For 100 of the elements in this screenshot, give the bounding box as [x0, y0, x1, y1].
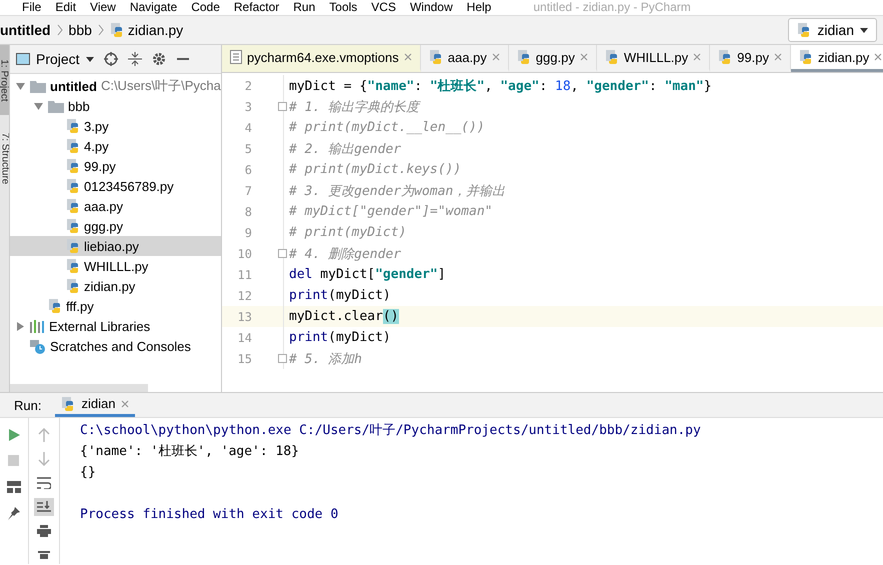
- line-number: 5: [244, 142, 252, 156]
- menu-item[interactable]: Run: [293, 0, 316, 15]
- tool-window-tab[interactable]: 7: Structure: [0, 123, 9, 193]
- tool-window-tab[interactable]: 1: Project: [0, 45, 9, 115]
- tree-item[interactable]: Scratches and Consoles: [10, 336, 221, 356]
- disclosure-triangle-icon[interactable]: [16, 322, 24, 330]
- python-file-icon: [66, 218, 80, 234]
- close-icon[interactable]: [874, 53, 882, 61]
- tree-item[interactable]: fff.py: [10, 296, 221, 316]
- code-line: print(myDict): [288, 330, 391, 345]
- settings-icon[interactable]: [152, 52, 166, 66]
- python-file-icon: [66, 158, 80, 174]
- tree-item[interactable]: ggg.py: [10, 216, 221, 236]
- menu-item[interactable]: Edit: [55, 0, 76, 15]
- menu-item[interactable]: Tools: [329, 0, 358, 15]
- close-icon[interactable]: [774, 53, 782, 61]
- tree-item[interactable]: 3.py: [10, 116, 221, 136]
- window-icon: [16, 53, 30, 65]
- chevron-icon: [98, 24, 104, 36]
- menu-item[interactable]: Window: [410, 0, 453, 15]
- code-line: # 1. 输出字典的长度: [288, 98, 420, 116]
- python-file-icon: [48, 298, 62, 314]
- scrollbar[interactable]: [10, 384, 148, 392]
- chevron-icon: [56, 24, 63, 36]
- code-line: myDict.clear(): [288, 309, 399, 324]
- tree-item[interactable]: liebiao.py: [10, 236, 221, 256]
- python-file-icon: [718, 49, 732, 65]
- print-icon[interactable]: [34, 522, 54, 540]
- tree-item[interactable]: 4.py: [10, 136, 221, 156]
- breadcrumb[interactable]: zidian.py: [110, 22, 184, 38]
- scroll-to-end-icon[interactable]: [34, 498, 54, 516]
- python-file-icon: [516, 49, 531, 65]
- disclosure-triangle-icon[interactable]: [34, 102, 42, 110]
- code-line: # 5. 添加h: [288, 350, 362, 368]
- python-file-icon: [66, 238, 80, 254]
- breadcrumb[interactable]: bbb: [68, 22, 92, 38]
- code-line: # 2. 输出gender: [288, 140, 402, 158]
- line-number: 8: [244, 204, 252, 218]
- tree-item[interactable]: WHILLL.py: [10, 256, 221, 276]
- line-number: 12: [236, 288, 252, 302]
- python-file-icon: [110, 22, 124, 38]
- close-icon[interactable]: [404, 53, 412, 61]
- code-line: # 4. 删除gender: [288, 246, 402, 262]
- python-file-icon: [66, 118, 80, 134]
- menu-item[interactable]: File: [22, 0, 42, 15]
- menu-item[interactable]: Code: [191, 0, 220, 15]
- code-line: # print(myDict.keys()): [288, 162, 462, 177]
- tree-item[interactable]: aaa.py: [10, 196, 221, 216]
- tree-item[interactable]: bbb: [10, 96, 221, 116]
- fold-marker-icon[interactable]: [278, 354, 287, 363]
- close-icon[interactable]: [492, 53, 500, 61]
- python-file-icon: [428, 49, 443, 65]
- line-number: 13: [236, 310, 252, 324]
- tree-item[interactable]: External Libraries: [10, 316, 221, 336]
- menu-item[interactable]: View: [90, 0, 116, 15]
- caret-icon: [86, 56, 94, 62]
- run-tab[interactable]: zidian: [55, 393, 136, 417]
- fold-marker-icon[interactable]: [278, 102, 287, 111]
- python-file-icon: [66, 198, 80, 214]
- code-line: # print(myDict.__len__()): [288, 120, 485, 135]
- scratches-icon: [30, 338, 46, 354]
- editor-tab[interactable]: pycharm64.exe.vmoptions: [222, 45, 421, 72]
- code-line: # myDict["gender"]="woman": [288, 204, 492, 219]
- menu-item[interactable]: Navigate: [130, 0, 178, 15]
- tree-item[interactable]: 0123456789.py: [10, 176, 221, 196]
- close-icon[interactable]: [121, 400, 130, 408]
- menu-item[interactable]: Refactor: [234, 0, 280, 15]
- breadcrumb[interactable]: untitled: [0, 22, 51, 38]
- menu-item[interactable]: Help: [466, 0, 492, 15]
- console-line: C:\school\python\python.exe C:/Users/叶子/PycharmProjects/untitled/bbb/zidian.py: [80, 422, 701, 440]
- python-file-icon: [66, 258, 80, 274]
- line-number: 3: [244, 100, 252, 114]
- tree-item[interactable]: zidian.py: [10, 276, 221, 296]
- line-number: 6: [244, 162, 252, 176]
- collapse-icon[interactable]: [128, 52, 142, 66]
- close-icon[interactable]: [693, 53, 702, 61]
- window-title: untitled - zidian.py - PyCharm: [533, 0, 691, 15]
- disclosure-triangle-icon[interactable]: [16, 82, 24, 90]
- line-number: 2: [244, 78, 252, 92]
- folder-icon: [48, 100, 64, 112]
- line-number: 15: [236, 352, 252, 366]
- python-file-icon: [66, 278, 80, 294]
- code-line: print(myDict): [288, 288, 391, 303]
- code-line: del myDict["gender"]: [288, 267, 446, 282]
- console-line: Process finished with exit code 0: [80, 506, 340, 524]
- folder-icon: [30, 80, 46, 92]
- line-number: 7: [244, 184, 252, 198]
- editor-tab[interactable]: zidian.py: [790, 45, 883, 72]
- line-number: 9: [244, 226, 252, 240]
- code-line: # print(myDict): [288, 225, 406, 240]
- python-file-icon: [797, 22, 812, 38]
- run-config-dropdown[interactable]: zidian: [788, 18, 877, 42]
- run-label: Run:: [14, 398, 42, 412]
- tree-item[interactable]: 99.py: [10, 156, 221, 176]
- layout-icon[interactable]: [4, 478, 24, 496]
- menu-item[interactable]: VCS: [371, 0, 396, 15]
- locate-icon[interactable]: [104, 52, 118, 66]
- close-icon[interactable]: [580, 53, 588, 61]
- fold-marker-icon[interactable]: [278, 249, 287, 258]
- tree-item[interactable]: untitled C:\Users\叶子\Pycha: [10, 76, 221, 96]
